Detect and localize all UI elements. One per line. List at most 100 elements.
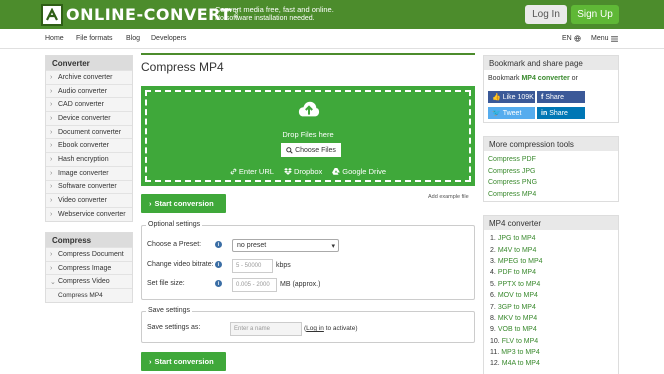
more-compression-heading: More compression tools bbox=[484, 137, 618, 151]
start-conversion-button-top[interactable]: › Start conversion bbox=[141, 194, 226, 213]
mp4-converter-heading: MP4 converter bbox=[484, 216, 618, 230]
chevron-right-icon: › bbox=[50, 197, 53, 205]
language-selector[interactable]: EN bbox=[562, 35, 581, 42]
save-settings-name-input[interactable]: Enter a name bbox=[230, 322, 302, 336]
info-icon[interactable]: i bbox=[215, 261, 222, 268]
sidebar-item-hash-encryption[interactable]: › Hash encryption bbox=[46, 152, 132, 166]
link-jpg-to-mp4[interactable]: JPG to MP4 bbox=[498, 235, 536, 242]
link-3gp-to-mp4[interactable]: 3GP to MP4 bbox=[498, 304, 536, 311]
sidebar-item-label: CAD converter bbox=[58, 101, 104, 109]
dropbox-link[interactable]: Dropbox bbox=[284, 167, 322, 176]
info-icon[interactable]: i bbox=[215, 241, 222, 248]
file-size-input[interactable]: 0.005 - 2000 bbox=[232, 278, 277, 292]
list-item: 3. MPEG to MP4 bbox=[484, 256, 618, 267]
list-number: 2. bbox=[490, 246, 496, 254]
google-drive-link[interactable]: Google Drive bbox=[332, 167, 386, 176]
choose-files-button[interactable]: Choose Files bbox=[281, 143, 341, 157]
sidebar-item-software-converter[interactable]: › Software converter bbox=[46, 179, 132, 194]
link-vob-to-mp4[interactable]: VOB to MP4 bbox=[498, 326, 537, 333]
drop-zone[interactable]: Drop Files here Choose Files Enter URL D… bbox=[141, 86, 475, 186]
sidebar-item-compress-video[interactable]: ⌄ Compress Video bbox=[46, 274, 132, 288]
sidebar-item-webservice-converter[interactable]: › Webservice converter bbox=[46, 206, 132, 221]
link-compress-jpg[interactable]: Compress JPG bbox=[484, 166, 618, 178]
sidebar-item-image-converter[interactable]: › Image converter bbox=[46, 165, 132, 180]
link-m4a-to-mp4[interactable]: M4A to MP4 bbox=[502, 360, 540, 367]
facebook-share-label: Share bbox=[545, 93, 565, 101]
link-compress-png[interactable]: Compress PNG bbox=[484, 177, 618, 189]
list-number: 7. bbox=[490, 303, 496, 311]
list-item: 2. M4V to MP4 bbox=[484, 244, 618, 255]
logo[interactable]: ONLINE-CONVERT .com bbox=[41, 3, 240, 26]
sidebar-item-label: Webservice converter bbox=[58, 210, 126, 218]
list-item: 11. MP3 to MP4 bbox=[484, 347, 618, 358]
bitrate-input[interactable]: 5 - 50000 bbox=[232, 259, 273, 273]
list-item: 5. PPTX to MP4 bbox=[484, 279, 618, 290]
linkedin-share-label: Share bbox=[549, 109, 568, 117]
nav-blog[interactable]: Blog bbox=[126, 35, 140, 42]
sidebar-item-cad-converter[interactable]: › CAD converter bbox=[46, 97, 132, 111]
bookmark-link[interactable]: MP4 converter bbox=[521, 75, 569, 82]
linkedin-share-button[interactable]: in Share bbox=[537, 107, 585, 119]
sidebar-item-label: Archive converter bbox=[58, 73, 113, 81]
add-example-file-link[interactable]: Add example file bbox=[428, 194, 469, 200]
info-icon[interactable]: i bbox=[215, 280, 222, 287]
list-number: 4. bbox=[490, 269, 496, 277]
link-mkv-to-mp4[interactable]: MKV to MP4 bbox=[498, 315, 537, 322]
login-link[interactable]: Log in bbox=[306, 325, 324, 332]
file-size-label: Set file size: bbox=[147, 280, 185, 287]
sidebar-item-compress-mp4[interactable]: Compress MP4 bbox=[46, 288, 132, 302]
drop-files-text: Drop Files here bbox=[282, 130, 334, 139]
chevron-right-icon: › bbox=[149, 357, 152, 366]
preset-select[interactable]: no preset ▾ bbox=[232, 239, 339, 252]
list-number: 3. bbox=[490, 257, 496, 265]
twitter-tweet-button[interactable]: 🐦 Tweet bbox=[488, 107, 535, 119]
nav-home[interactable]: Home bbox=[45, 35, 64, 42]
language-label: EN bbox=[562, 35, 572, 42]
sidebar-item-label: Document converter bbox=[58, 128, 122, 136]
preset-label: Choose a Preset: bbox=[147, 241, 202, 248]
save-settings-label: Save settings as: bbox=[147, 324, 201, 331]
menu-button[interactable]: Menu bbox=[591, 35, 618, 42]
link-compress-mp4[interactable]: Compress MP4 bbox=[484, 189, 618, 201]
facebook-like-button[interactable]: 👍 Like 109K bbox=[488, 91, 535, 103]
enter-url-link[interactable]: Enter URL bbox=[230, 167, 274, 176]
link-compress-pdf[interactable]: Compress PDF bbox=[484, 154, 618, 166]
globe-icon bbox=[574, 35, 581, 42]
dropbox-icon bbox=[284, 168, 292, 175]
link-m4v-to-mp4[interactable]: M4V to MP4 bbox=[498, 247, 537, 254]
chevron-right-icon: › bbox=[50, 128, 53, 136]
sidebar-item-device-converter[interactable]: › Device converter bbox=[46, 111, 132, 125]
converter-panel: Converter › Archive converter › Audio conve… bbox=[45, 55, 133, 222]
page-title: Compress MP4 bbox=[141, 60, 224, 74]
file-size-unit: MB (approx.) bbox=[280, 281, 321, 288]
link-pptx-to-mp4[interactable]: PPTX to MP4 bbox=[498, 281, 540, 288]
list-item: 8. MKV to MP4 bbox=[484, 313, 618, 324]
cloud-upload-icon bbox=[298, 101, 320, 117]
save-settings-note: (Log in to activate) bbox=[304, 325, 358, 332]
google-drive-icon bbox=[332, 168, 341, 175]
link-flv-to-mp4[interactable]: FLV to MP4 bbox=[502, 338, 538, 345]
start-conversion-button-bottom[interactable]: › Start conversion bbox=[141, 352, 226, 371]
link-icon bbox=[230, 168, 237, 175]
sidebar-item-audio-converter[interactable]: › Audio converter bbox=[46, 83, 132, 98]
link-mp3-to-mp4[interactable]: MP3 to MP4 bbox=[501, 349, 540, 356]
save-settings-legend: Save settings bbox=[146, 307, 193, 314]
sidebar-item-compress-image[interactable]: › Compress Image bbox=[46, 260, 132, 275]
nav-developers[interactable]: Developers bbox=[151, 35, 186, 42]
sidebar-item-ebook-converter[interactable]: › Ebook converter bbox=[46, 138, 132, 152]
chevron-right-icon: › bbox=[50, 264, 53, 272]
list-number: 11. bbox=[490, 349, 500, 357]
link-mpeg-to-mp4[interactable]: MPEG to MP4 bbox=[498, 258, 543, 265]
nav-bar: Home File formats Blog Developers EN Men… bbox=[0, 29, 664, 49]
nav-file-formats[interactable]: File formats bbox=[76, 35, 113, 42]
sidebar-item-label: Software converter bbox=[58, 183, 117, 191]
signup-button[interactable]: Sign Up bbox=[571, 5, 619, 24]
sidebar-item-document-converter[interactable]: › Document converter bbox=[46, 124, 132, 139]
link-pdf-to-mp4[interactable]: PDF to MP4 bbox=[498, 269, 536, 276]
login-button[interactable]: Log In bbox=[525, 5, 567, 24]
sidebar-item-compress-document[interactable]: › Compress Document bbox=[46, 247, 132, 261]
sidebar-item-archive-converter[interactable]: › Archive converter bbox=[46, 70, 132, 84]
sidebar-item-video-converter[interactable]: › Video converter bbox=[46, 193, 132, 207]
link-mov-to-mp4[interactable]: MOV to MP4 bbox=[498, 292, 538, 299]
facebook-share-button[interactable]: f Share bbox=[537, 91, 585, 103]
